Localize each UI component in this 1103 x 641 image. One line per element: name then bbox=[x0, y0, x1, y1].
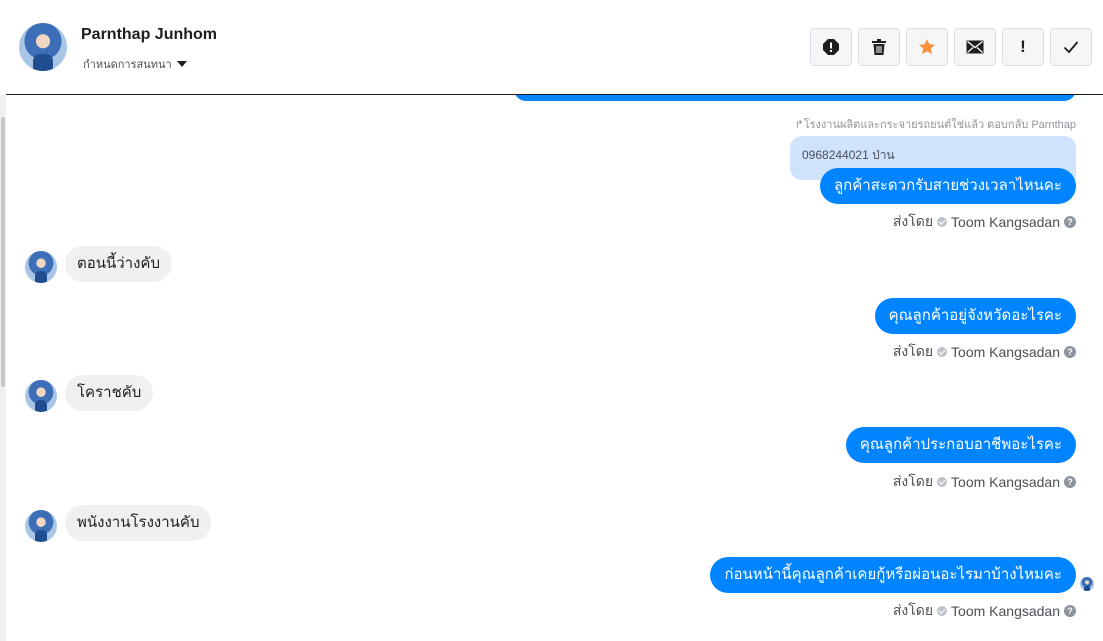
sent-by-line: ส่งโดย Toom Kangsadan ? bbox=[893, 211, 1076, 233]
message-bubble-outgoing-partial[interactable] bbox=[514, 95, 1076, 101]
mail-icon bbox=[966, 40, 984, 54]
message-bubble-outgoing[interactable]: ลูกค้าสะดวกรับสายช่วงเวลาไหนคะ bbox=[819, 168, 1076, 204]
conversation-header: Parnthap Junhom กำหนดการสนทนา ! bbox=[6, 0, 1103, 95]
sender-name[interactable]: Toom Kangsadan bbox=[951, 474, 1060, 490]
sender-name[interactable]: Toom Kangsadan bbox=[951, 214, 1060, 230]
message-bubble-incoming[interactable]: พนังงานโรงงานคับ bbox=[65, 505, 212, 541]
sent-by-prefix: ส่งโดย bbox=[892, 343, 934, 359]
sender-name[interactable]: Toom Kangsadan bbox=[951, 603, 1060, 619]
verified-icon bbox=[937, 347, 948, 357]
scrollbar-thumb[interactable] bbox=[1, 117, 5, 387]
contact-avatar[interactable] bbox=[19, 23, 67, 71]
conversation-settings-dropdown[interactable]: กำหนดการสนทนา bbox=[83, 55, 187, 73]
verified-icon bbox=[937, 217, 948, 227]
help-icon[interactable]: ? bbox=[1064, 605, 1076, 617]
sender-name[interactable]: Toom Kangsadan bbox=[951, 344, 1060, 360]
sent-by-prefix: ส่งโดย bbox=[892, 213, 934, 229]
help-icon[interactable]: ? bbox=[1064, 476, 1076, 488]
contact-avatar-small[interactable] bbox=[25, 251, 57, 283]
help-icon[interactable]: ? bbox=[1064, 216, 1076, 228]
quoted-message-text: 0968244021 ป่าน bbox=[802, 148, 895, 162]
message-bubble-incoming[interactable]: ตอนนี้ว่างคับ bbox=[65, 246, 172, 282]
header-toolbar: ! bbox=[810, 28, 1092, 66]
sent-by-line: ส่งโดย Toom Kangsadan ? bbox=[893, 471, 1076, 493]
sent-by-prefix: ส่งโดย bbox=[892, 473, 934, 489]
delete-button[interactable] bbox=[858, 28, 900, 66]
help-icon[interactable]: ? bbox=[1064, 346, 1076, 358]
star-icon bbox=[919, 39, 935, 55]
alert-icon bbox=[823, 39, 839, 55]
sent-by-line: ส่งโดย Toom Kangsadan ? bbox=[893, 341, 1076, 363]
star-button[interactable] bbox=[906, 28, 948, 66]
verified-icon bbox=[937, 606, 948, 616]
message-bubble-incoming[interactable]: โคราชคับ bbox=[65, 375, 154, 411]
check-icon bbox=[1063, 41, 1079, 54]
messenger-window: Parnthap Junhom กำหนดการสนทนา ! ↱โรงงานผ… bbox=[0, 0, 1103, 641]
sent-by-line: ส่งโดย Toom Kangsadan ? bbox=[893, 600, 1076, 622]
seen-indicator-avatar bbox=[1080, 577, 1094, 591]
mail-button[interactable] bbox=[954, 28, 996, 66]
reply-note: ↱โรงงานผลิตและกระจายรถยนต์ใช่แล้ว ตอบกลั… bbox=[794, 119, 1076, 131]
message-bubble-outgoing[interactable]: คุณลูกค้าประกอบอาชีพอะไรคะ bbox=[845, 427, 1076, 463]
trash-icon bbox=[872, 39, 886, 55]
contact-avatar-small[interactable] bbox=[25, 380, 57, 412]
alert-button[interactable] bbox=[810, 28, 852, 66]
caret-down-icon bbox=[176, 61, 187, 67]
message-bubble-outgoing[interactable]: ก่อนหน้านี้คุณลูกค้าเคยกู้หรือผ่อนอะไรมา… bbox=[710, 557, 1076, 593]
contact-avatar-small[interactable] bbox=[25, 510, 57, 542]
verified-icon bbox=[937, 477, 948, 487]
mark-important-button[interactable]: ! bbox=[1002, 28, 1044, 66]
contact-name[interactable]: Parnthap Junhom bbox=[81, 26, 217, 44]
mark-done-button[interactable] bbox=[1050, 28, 1092, 66]
exclamation-icon: ! bbox=[1020, 37, 1026, 56]
message-bubble-outgoing[interactable]: คุณลูกค้าอยู่จังหวัดอะไรคะ bbox=[874, 298, 1076, 334]
sent-by-prefix: ส่งโดย bbox=[892, 602, 934, 618]
message-list[interactable]: ↱โรงงานผลิตและกระจายรถยนต์ใช่แล้ว ตอบกลั… bbox=[6, 95, 1103, 641]
conversation-settings-label: กำหนดการสนทนา bbox=[83, 59, 172, 71]
